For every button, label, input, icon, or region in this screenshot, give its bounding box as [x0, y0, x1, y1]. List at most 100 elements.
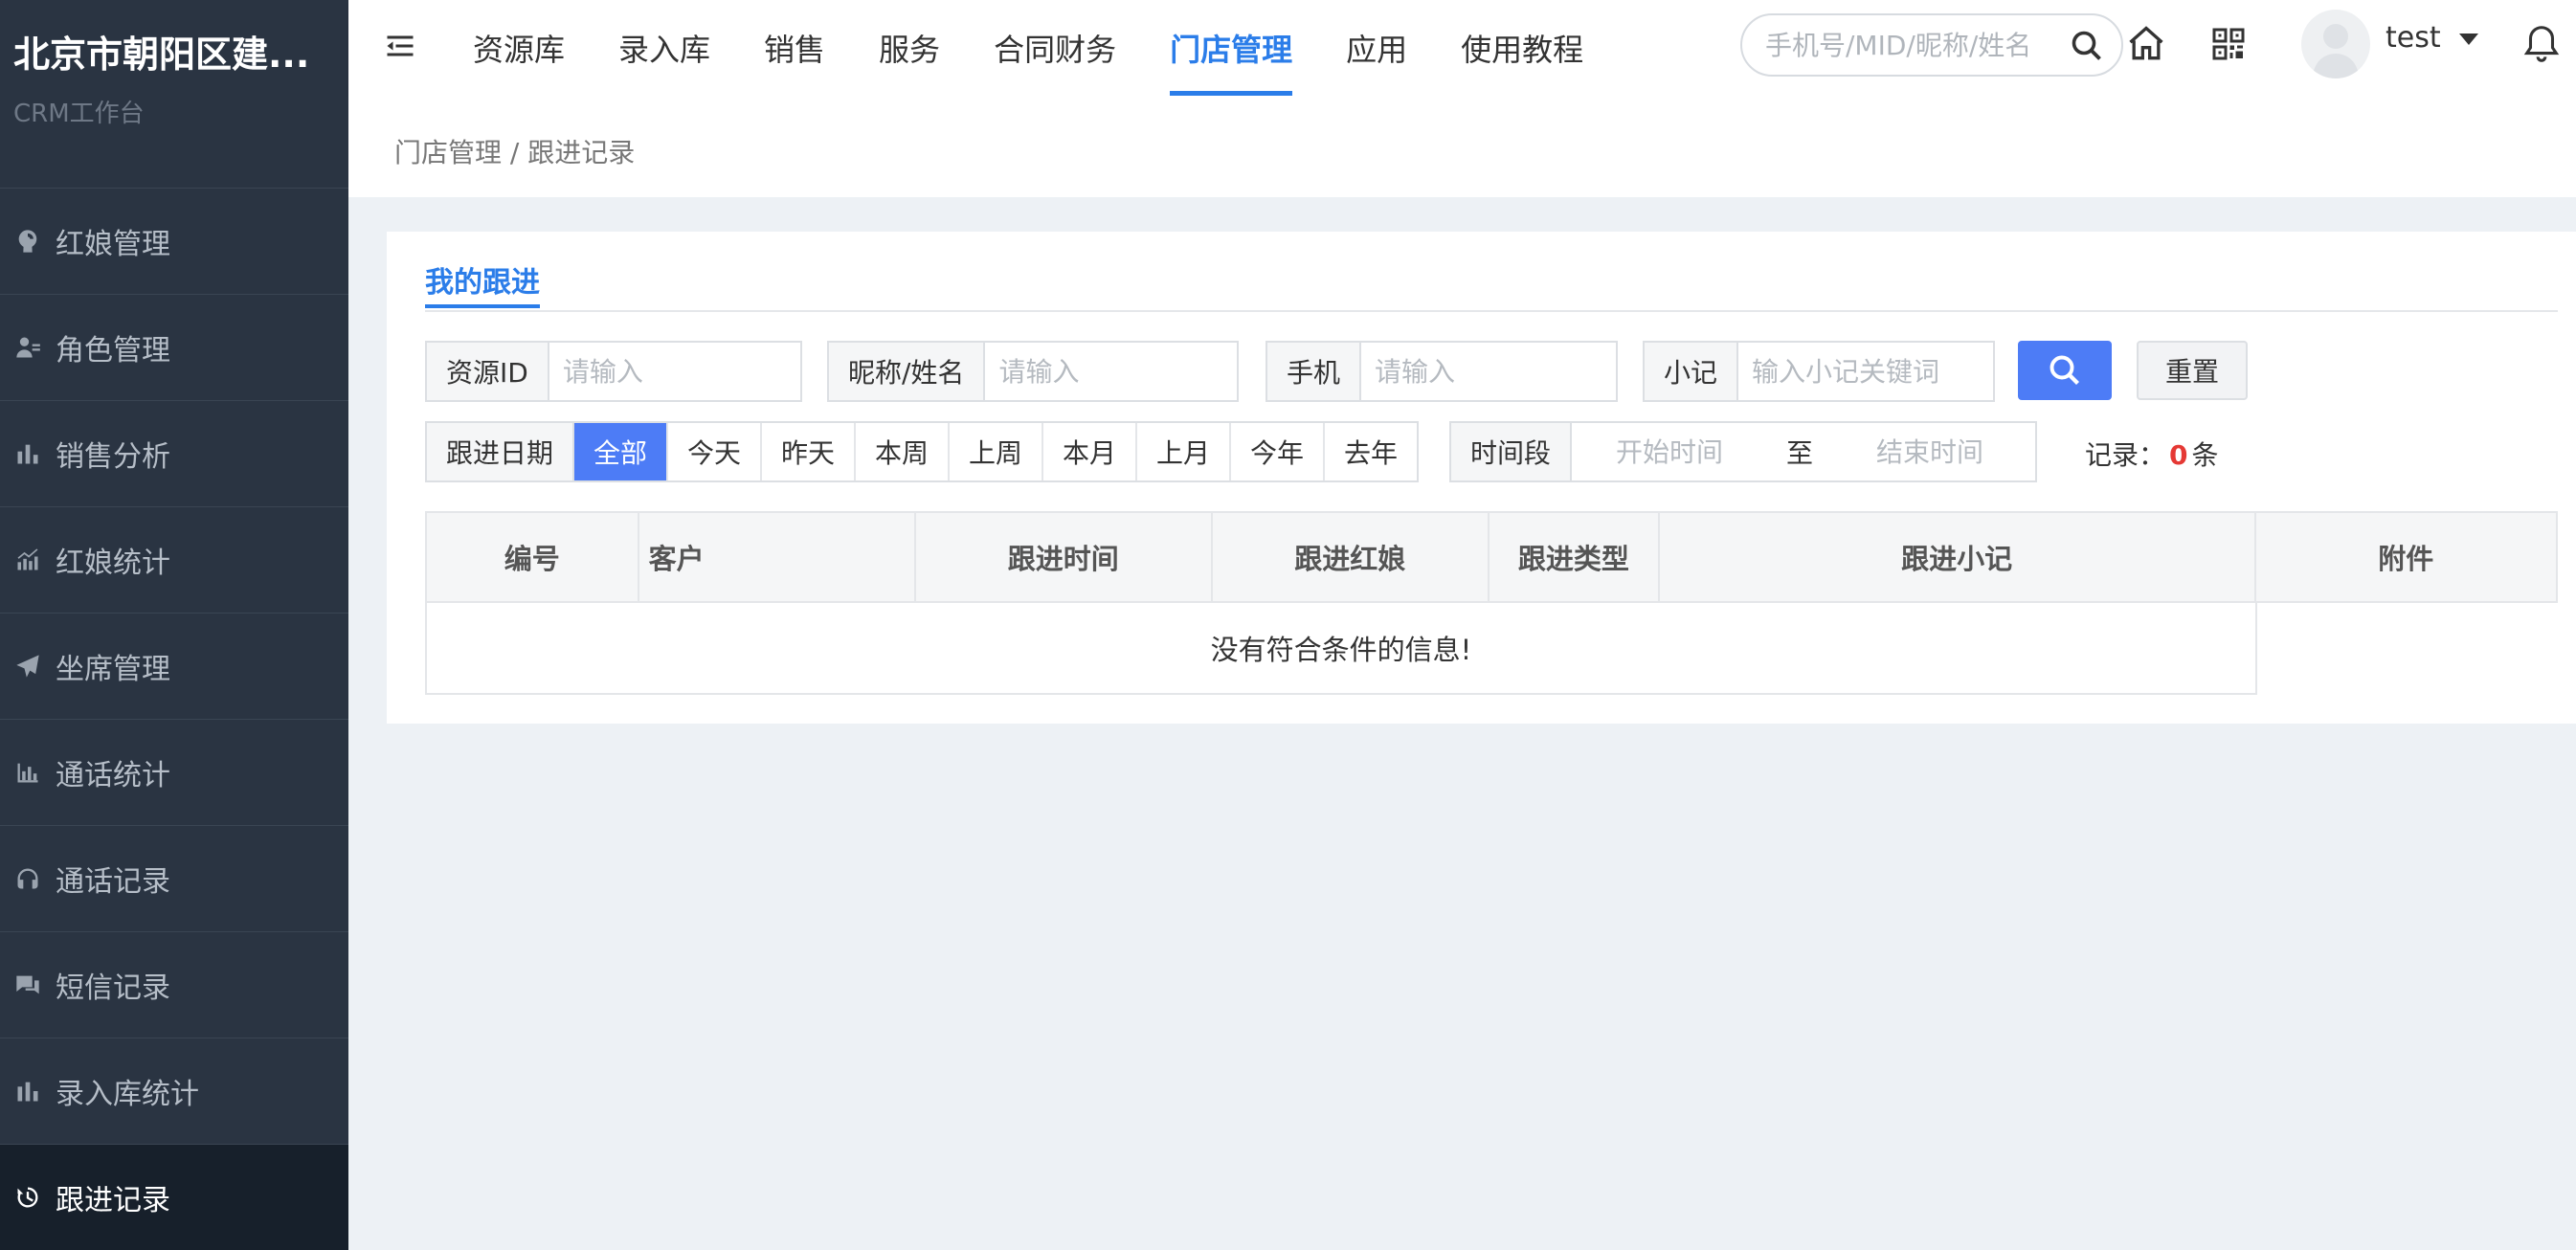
search-icon[interactable] [2070, 29, 2104, 63]
sidebar-item-entry-stats[interactable]: 录入库统计 [0, 1038, 348, 1144]
sidebar-item-call-records[interactable]: 通话记录 [0, 825, 348, 931]
home-icon[interactable] [2125, 23, 2167, 65]
follow-records-table: 编号 客户 跟进时间 跟进红娘 跟进类型 跟进小记 附件 没有符合条件的信息! [425, 511, 2558, 695]
phone-input[interactable] [1361, 343, 1616, 400]
growth-chart-icon [13, 546, 42, 574]
nav-service[interactable]: 服务 [852, 0, 967, 96]
sidebar-item-label: 录入库统计 [56, 1078, 199, 1111]
user-card-icon [13, 333, 42, 362]
breadcrumb-bar: 门店管理 / 跟进记录 [348, 96, 2576, 197]
sidebar-item-sms-records[interactable]: 短信记录 [0, 931, 348, 1038]
resource-id-label: 资源ID [427, 343, 549, 400]
sidebar-item-label: 角色管理 [56, 334, 170, 368]
date-option-this-year[interactable]: 今年 [1231, 423, 1326, 480]
range-separator: 至 [1786, 437, 1814, 469]
follow-date-label: 跟进日期 [427, 423, 575, 480]
nav-entry-library[interactable]: 录入库 [592, 0, 737, 96]
empty-message: 没有符合条件的信息! [425, 603, 2257, 695]
col-follow-time: 跟进时间 [916, 513, 1213, 601]
date-option-this-month[interactable]: 本月 [1043, 423, 1138, 480]
sidebar-item-sales-analysis[interactable]: 销售分析 [0, 400, 348, 506]
date-option-last-year[interactable]: 去年 [1325, 423, 1418, 480]
top-nav: 资源库 录入库 销售 服务 合同财务 门店管理 应用 使用教程 [446, 0, 1610, 96]
brand-title: 北京市朝阳区建... [13, 33, 310, 76]
note-input[interactable] [1738, 343, 1993, 400]
resource-id-input[interactable] [549, 343, 800, 400]
nav-store-management[interactable]: 门店管理 [1143, 0, 1319, 96]
col-customer: 客户 [639, 513, 917, 601]
global-search [1740, 13, 2123, 77]
chat-icon [13, 971, 42, 999]
resource-id-field: 资源ID [425, 341, 802, 402]
reset-button[interactable]: 重置 [2137, 341, 2248, 400]
history-icon [13, 1183, 42, 1212]
top-header: 资源库 录入库 销售 服务 合同财务 门店管理 应用 使用教程 test [348, 0, 2576, 96]
record-count-prefix: 记录： [2085, 439, 2166, 471]
col-id: 编号 [427, 513, 639, 601]
bar-chart-icon [13, 758, 42, 787]
nickname-label: 昵称/姓名 [829, 343, 986, 400]
brand-subtitle: CRM工作台 [13, 100, 145, 128]
end-time-input[interactable] [1832, 423, 2028, 480]
caret-down-icon[interactable] [2458, 33, 2479, 46]
menu-toggle-icon[interactable] [383, 29, 417, 63]
qr-code-icon[interactable] [2211, 27, 2246, 61]
sidebar-item-label: 红娘统计 [56, 547, 170, 580]
sidebar-item-matchmaker-stats[interactable]: 红娘统计 [0, 506, 348, 613]
sidebar-item-roles[interactable]: 角色管理 [0, 294, 348, 400]
record-count-suffix: 条 [2191, 439, 2219, 471]
date-option-last-week[interactable]: 上周 [950, 423, 1044, 480]
col-follow-type: 跟进类型 [1490, 513, 1660, 601]
sidebar-item-label: 销售分析 [56, 440, 170, 474]
time-range-filter: 时间段 至 [1449, 421, 2037, 482]
nav-contract-finance[interactable]: 合同财务 [967, 0, 1143, 96]
date-option-yesterday[interactable]: 昨天 [762, 423, 857, 480]
sidebar: 北京市朝阳区建... CRM工作台 红娘管理 角色管理 销售分析 红娘统计 坐席… [0, 0, 348, 1250]
bar-chart-icon [13, 1077, 42, 1105]
username[interactable]: test [2386, 21, 2441, 55]
col-attachment: 附件 [2378, 543, 2434, 575]
sidebar-menu: 红娘管理 角色管理 销售分析 红娘统计 坐席管理 通话统计 通话记录 短信记录 … [0, 188, 348, 1250]
sidebar-item-follow-records[interactable]: 跟进记录 [0, 1144, 348, 1250]
bell-icon[interactable] [2520, 21, 2564, 67]
sidebar-item-label: 短信记录 [56, 971, 170, 1005]
nav-sales[interactable]: 销售 [737, 0, 852, 96]
phone-label: 手机 [1267, 343, 1362, 400]
date-option-this-week[interactable]: 本周 [856, 423, 951, 480]
record-count-value: 0 [2169, 439, 2188, 471]
nav-resource-library[interactable]: 资源库 [446, 0, 592, 96]
search-button[interactable] [2018, 341, 2112, 400]
follow-date-filter: 跟进日期 全部 今天 昨天 本周 上周 本月 上月 今年 去年 [425, 421, 1420, 482]
sidebar-item-label: 通话记录 [56, 865, 170, 899]
sidebar-item-label: 跟进记录 [56, 1184, 170, 1217]
headset-icon [13, 864, 42, 893]
date-option-today[interactable]: 今天 [668, 423, 763, 480]
start-time-input[interactable] [1572, 423, 1768, 480]
search-icon [2050, 355, 2079, 385]
avatar[interactable] [2301, 10, 2370, 78]
paper-plane-icon [13, 652, 42, 681]
bar-chart-icon [13, 439, 42, 468]
table-header: 编号 客户 跟进时间 跟进红娘 跟进类型 跟进小记 附件 [425, 511, 2558, 603]
person-icon [13, 227, 42, 256]
date-option-last-month[interactable]: 上月 [1137, 423, 1232, 480]
nav-apps[interactable]: 应用 [1319, 0, 1434, 96]
tab-my-follow[interactable]: 我的跟进 [425, 253, 540, 308]
sidebar-item-label: 坐席管理 [56, 653, 170, 686]
time-range-label: 时间段 [1451, 423, 1573, 480]
sidebar-item-seats[interactable]: 坐席管理 [0, 613, 348, 719]
col-follow-matchmaker: 跟进红娘 [1213, 513, 1490, 601]
record-count: 记录： 0 条 [2085, 435, 2219, 473]
phone-field: 手机 [1266, 341, 1618, 402]
tab-bar: 我的跟进 [425, 253, 2558, 312]
sidebar-item-call-stats[interactable]: 通话统计 [0, 719, 348, 825]
breadcrumb: 门店管理 / 跟进记录 [394, 137, 636, 168]
nav-tutorial[interactable]: 使用教程 [1434, 0, 1610, 96]
nickname-input[interactable] [985, 343, 1237, 400]
global-search-input[interactable] [1763, 28, 2064, 62]
follow-records-panel: 我的跟进 资源ID 昵称/姓名 手机 小记 重置 跟进日期 全部 今天 昨天 本… [387, 232, 2576, 724]
sidebar-item-matchmaker[interactable]: 红娘管理 [0, 188, 348, 294]
date-option-all[interactable]: 全部 [574, 423, 669, 480]
note-field: 小记 [1643, 341, 1995, 402]
sidebar-item-label: 红娘管理 [56, 228, 170, 261]
